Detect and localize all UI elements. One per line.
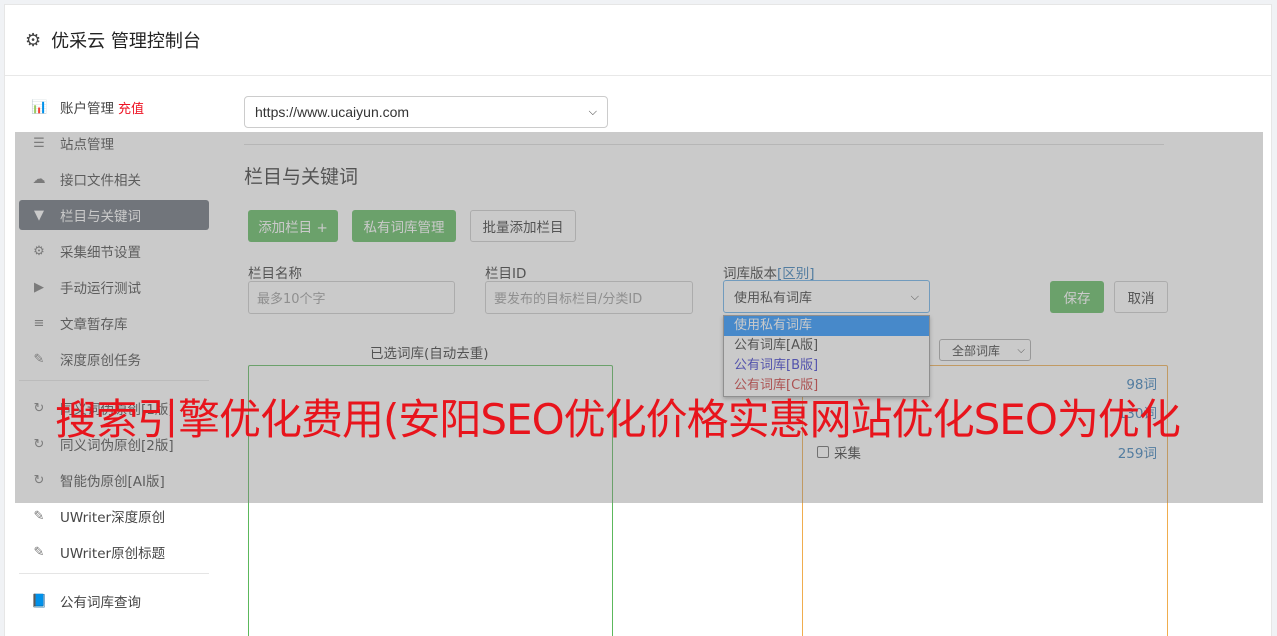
sidebar-item-uwriter-deep[interactable]: ✎ UWriter深度原创 (19, 501, 209, 531)
sidebar-item-label: UWriter原创标题 (60, 546, 166, 562)
gear-icon: ⚙ (25, 29, 42, 51)
book-icon: 📘 (31, 593, 48, 609)
app-title: 优采云 管理控制台 (51, 31, 201, 52)
sidebar-item-account[interactable]: 📊 账户管理 充值 (19, 92, 209, 122)
gray-overlay (15, 132, 1263, 503)
sidebar-item-label: 公有词库查询 (60, 595, 141, 611)
edit-icon: ✎ (33, 508, 45, 524)
recharge-link[interactable]: 充值 (118, 98, 144, 117)
watermark-banner: 搜索引擎优化费用(安阳SEO优化价格实惠网站优化SEO为优化 (55, 395, 1181, 444)
chevron-down-icon: ⌵ (588, 105, 597, 118)
sidebar-divider (19, 573, 209, 574)
edit-icon: ✎ (33, 544, 45, 560)
main-content: https://www.ucaiyun.com ⌵ 栏目与关键词 添加栏目 + … (244, 96, 1168, 636)
sidebar-item-uwriter-title[interactable]: ✎ UWriter原创标题 (19, 537, 209, 567)
sidebar-item-public-lib[interactable]: 📘 公有词库查询 (19, 586, 209, 616)
site-select[interactable]: https://www.ucaiyun.com ⌵ (244, 96, 608, 128)
header: ⚙ 优采云 管理控制台 (5, 5, 1271, 76)
sidebar-item-label: UWriter深度原创 (60, 510, 166, 526)
bar-chart-icon: 📊 (31, 99, 48, 115)
site-select-value: https://www.ucaiyun.com (255, 104, 410, 120)
sidebar-item-label: 账户管理 (60, 101, 114, 117)
